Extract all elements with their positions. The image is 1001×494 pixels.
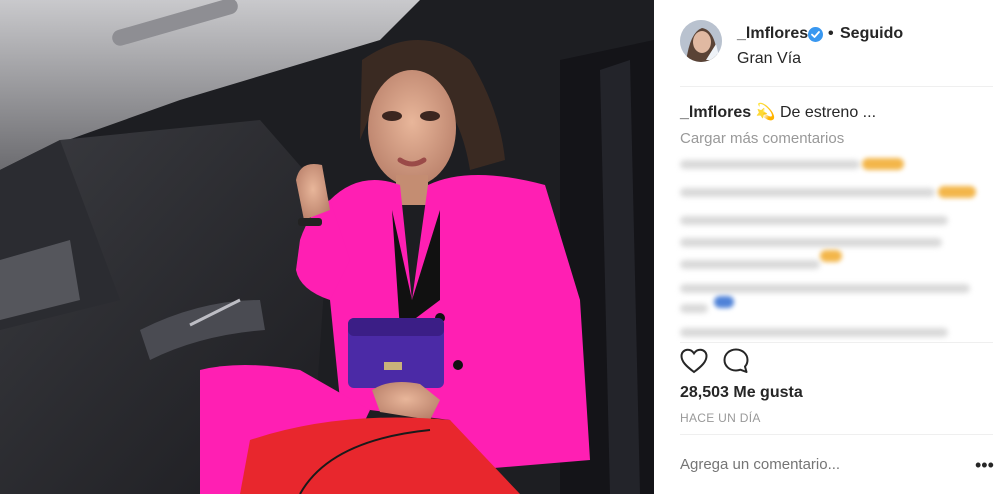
post-location[interactable]: Gran Vía bbox=[737, 50, 801, 68]
blurred-emoji bbox=[938, 186, 976, 198]
blurred-comment-line bbox=[680, 260, 820, 269]
add-comment-input[interactable] bbox=[680, 456, 960, 473]
instagram-post-view: _lmflores • Seguido Gran Vía _lmflores 💫… bbox=[0, 0, 1001, 494]
blurred-comment-line bbox=[680, 284, 970, 293]
check-icon bbox=[811, 31, 820, 38]
post-username[interactable]: _lmflores bbox=[737, 25, 808, 43]
post-caption: _lmflores 💫 De estreno ... bbox=[680, 102, 876, 122]
comment-outline bbox=[723, 348, 749, 373]
header-divider bbox=[680, 86, 993, 87]
likes-count[interactable]: 28,503 Me gusta bbox=[680, 384, 803, 402]
blurred-comments-list bbox=[676, 150, 981, 345]
user-avatar[interactable] bbox=[680, 20, 722, 62]
blurred-comment-line bbox=[680, 188, 935, 197]
comment-bubble-icon[interactable] bbox=[722, 347, 750, 380]
photo-illustration bbox=[0, 0, 654, 494]
follow-separator-dot: • bbox=[828, 25, 834, 42]
post-photo[interactable] bbox=[0, 0, 654, 494]
caption-username[interactable]: _lmflores bbox=[680, 104, 751, 121]
blurred-comment-line bbox=[680, 238, 942, 247]
comments-divider bbox=[680, 342, 993, 343]
heart-outline bbox=[680, 348, 708, 374]
load-more-comments-link[interactable]: Cargar más comentarios bbox=[680, 130, 844, 147]
footer-divider bbox=[680, 434, 993, 435]
blurred-emoji bbox=[820, 250, 842, 262]
verified-badge-icon bbox=[808, 27, 823, 42]
blurred-emoji bbox=[862, 158, 904, 170]
post-timestamp: HACE UN DÍA bbox=[680, 411, 761, 425]
blurred-comment-line bbox=[680, 304, 708, 313]
blurred-comment-line bbox=[680, 160, 860, 169]
more-options-icon[interactable]: ••• bbox=[975, 455, 994, 476]
avatar-image bbox=[680, 20, 722, 62]
blurred-emoji bbox=[714, 296, 734, 308]
blurred-comment-line bbox=[680, 216, 948, 225]
following-button[interactable]: Seguido bbox=[840, 25, 903, 43]
caption-text: 💫 De estreno ... bbox=[755, 104, 877, 121]
blurred-comment-line bbox=[680, 328, 948, 337]
heart-icon[interactable] bbox=[680, 348, 708, 379]
